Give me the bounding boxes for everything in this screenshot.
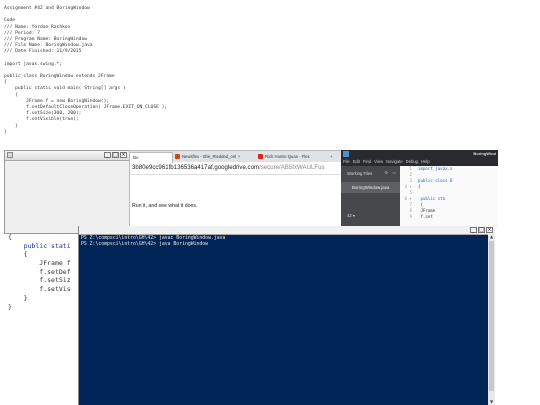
- menu-item-view[interactable]: View: [374, 159, 383, 164]
- editor-titlebar[interactable]: BoringWind: [341, 150, 498, 158]
- tab-newsflex[interactable]: Newsflex - She_Riedded_onl ×: [172, 152, 260, 162]
- new-tab-button[interactable]: +: [327, 152, 341, 162]
- document-line: f.setDef: [8, 267, 71, 276]
- menu-item-find[interactable]: Find: [363, 159, 371, 164]
- document-line: f.setVis: [8, 285, 71, 294]
- line-number: 9: [409, 214, 412, 219]
- console-titlebar[interactable]: _ □ ×: [79, 226, 495, 235]
- close-tab-icon[interactable]: ×: [238, 154, 240, 159]
- gear-icon[interactable]: ⚙: [384, 170, 388, 175]
- page-instruction: Run it, and see what it does.: [132, 203, 198, 209]
- menu-item-navigate[interactable]: Navigate: [386, 159, 403, 164]
- scrollbar-thumb[interactable]: [489, 241, 494, 391]
- close-button[interactable]: ×: [120, 152, 127, 158]
- tab-youtube[interactable]: Rich Homie Quan - Flex: [255, 152, 331, 162]
- console-line: PS Z:\compsci\intro\GH\42> java BoringWi…: [81, 242, 209, 247]
- code-text: {: [418, 202, 423, 207]
- console-output: PS Z:\compsci\intro\GH\42> javac BoringW…: [79, 235, 495, 248]
- document-line: public stati: [8, 241, 71, 250]
- working-file-boringwindow[interactable]: BoringWindow.java: [341, 182, 400, 193]
- editor-title: BoringWind: [473, 151, 496, 156]
- console-scrollbar[interactable]: ▲ ▼: [488, 234, 495, 405]
- document-line: f.setSiz: [8, 276, 71, 285]
- java-window-icon: [7, 152, 13, 158]
- document-line: {: [8, 233, 12, 241]
- minimize-button[interactable]: _: [470, 227, 477, 233]
- boring-window[interactable]: _ □ ×: [4, 150, 130, 234]
- powershell-console[interactable]: _ □ × PS Z:\compsci\intro\GH\42> javac B…: [78, 226, 495, 405]
- tab-active[interactable]: ble: [130, 152, 173, 163]
- close-button[interactable]: ×: [486, 227, 493, 233]
- menu-item-help[interactable]: Help: [421, 159, 430, 164]
- tab-label: Rich Homie Quan - Flex: [265, 154, 310, 159]
- code-editor-window: BoringWind File Edit Find View Navigate Debug…: [341, 150, 498, 228]
- menu-item-file[interactable]: File: [343, 159, 350, 164]
- working-files-header: Working Files ⚙ ▭: [341, 166, 400, 180]
- project-folder[interactable]: 42 ▾: [341, 193, 400, 218]
- browser-window: ble Newsflex - She_Riedded_onl × Rich Hom…: [129, 150, 343, 230]
- scroll-up-icon[interactable]: ▲: [488, 234, 495, 240]
- working-files-label: Working Files: [347, 171, 373, 176]
- tab-label: Newsflex - She_Riedded_onl: [182, 154, 237, 159]
- document-line: JFrame f: [8, 259, 71, 268]
- chevron-down-icon: ▾: [352, 213, 355, 218]
- code-text: f.set: [418, 214, 433, 219]
- document-line: {: [8, 250, 28, 259]
- minimize-button[interactable]: _: [104, 152, 111, 158]
- tab-label: ble: [133, 155, 139, 160]
- newsflex-favicon: [175, 154, 180, 160]
- url-domain: 3b80e9cc961fb136536a417af.googledrive.co…: [132, 164, 260, 171]
- code-text: {: [418, 184, 421, 189]
- assignment-document: Assignment #42 and BoringWindow Code/// N…: [4, 6, 167, 136]
- document-code-lower: { public stati { JFrame f f.setDef f.set…: [8, 233, 71, 311]
- maximize-button[interactable]: □: [112, 152, 119, 158]
- brackets-logo-icon: [343, 151, 349, 157]
- code-text: public sta: [418, 196, 446, 201]
- document-line: }: [4, 129, 7, 135]
- code-text: public class B: [418, 178, 453, 183]
- scroll-down-icon[interactable]: ▼: [488, 399, 495, 405]
- menu-item-edit[interactable]: Edit: [353, 159, 360, 164]
- url-path: /secure/AB5fxWAULFus: [259, 164, 325, 171]
- maximize-button[interactable]: □: [478, 227, 485, 233]
- address-bar[interactable]: 3b80e9cc961fb136536a417af.googledrive.co…: [130, 162, 342, 175]
- document-line: }: [8, 302, 12, 311]
- browser-tab-strip: ble Newsflex - She_Riedded_onl × Rich Hom…: [130, 151, 342, 163]
- youtube-favicon: [258, 154, 263, 160]
- split-view-icon[interactable]: ▭: [392, 170, 396, 175]
- editor-menubar: File Edit Find View Navigate Debug Help: [341, 158, 498, 166]
- code-text: import javax.s: [418, 166, 453, 171]
- document-line: }: [8, 293, 28, 302]
- code-text: JFrame: [418, 208, 436, 213]
- editor-sidebar: Working Files ⚙ ▭ BoringWindow.java 42 ▾: [341, 166, 400, 228]
- menu-item-debug[interactable]: Debug: [406, 159, 418, 164]
- boring-window-titlebar[interactable]: _ □ ×: [5, 151, 129, 161]
- code-line: 9 f.set: [400, 214, 498, 220]
- editor-code-area[interactable]: 1 import javax.s 2 3 public class B4 ▾{5 6 ▾ …: [400, 166, 498, 228]
